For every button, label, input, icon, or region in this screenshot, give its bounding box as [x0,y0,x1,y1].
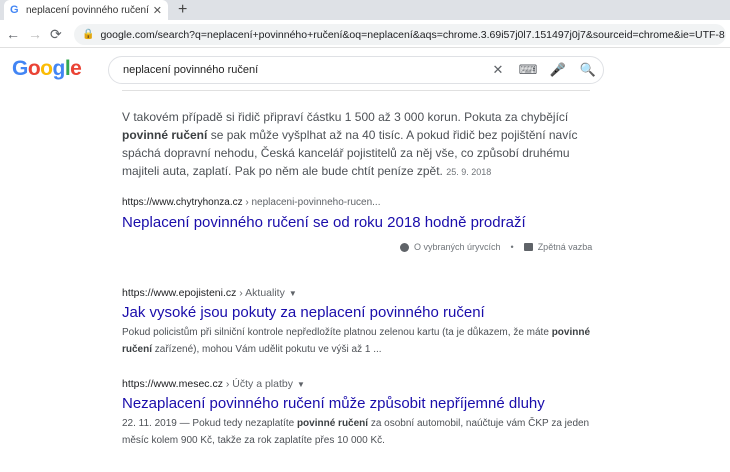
cite-domain: https://www.mesec.cz [122,378,223,390]
google-favicon-icon: G [10,4,19,16]
featured-snippet-footer: O vybraných úryvcích • Zpětná vazba [400,242,592,252]
logo-letter: g [52,57,66,80]
logo-letter: G [12,57,28,80]
featured-snippet-divider [122,90,590,91]
reload-icon[interactable]: ⟳ [50,26,62,43]
tab-title: neplacení povinného ručení - Hle [26,4,149,16]
search-input[interactable]: neplacení povinného ručení [123,64,483,76]
help-icon [400,242,409,252]
result-title-link[interactable]: Jak vysoké jsou pokuty za neplacení povi… [122,304,602,321]
featured-cite[interactable]: https://www.chytryhonza.cz › neplaceni-p… [122,197,602,208]
google-logo[interactable]: Google [12,57,82,81]
cite-path: › neplaceni-povinneho-rucen... [242,197,381,208]
result-cite[interactable]: https://www.epojisteni.cz › Aktuality ▼ [122,287,602,299]
about-snippets-link[interactable]: O vybraných úryvcích [414,242,501,252]
snippet-bold: povinné ručení [296,418,369,429]
url-text: google.com/search?q=neplacení+povinného+… [100,28,725,41]
snippet-text: 22. 11. 2019 — Pokud tedy nezaplatíte [122,418,297,429]
snippet-date: 25. 9. 2018 [446,167,492,177]
lock-icon[interactable]: 🔒 [82,29,94,40]
chevron-down-icon[interactable]: ▼ [297,380,305,389]
featured-snippet: V takovém případě si řidič připraví část… [122,108,602,231]
search-result: https://www.mesec.cz › Účty a platby ▼ Ne… [122,378,602,449]
featured-title-link[interactable]: Neplacení povinného ručení se od roku 20… [122,214,602,231]
address-bar[interactable]: 🔒 google.com/search?q=neplacení+povinnéh… [74,24,726,45]
tab-bar: G neplacení povinného ručení - Hle ✕ + [0,0,730,20]
cite-path: › Účty a platby [222,378,293,390]
result-title-link[interactable]: Nezaplacení povinného ručení může způsob… [122,395,602,412]
microphone-icon[interactable]: 🎤 [543,62,573,78]
back-icon[interactable]: ← [6,26,20,42]
navigation-bar: ← → ⟳ 🔒 google.com/search?q=neplacení+po… [0,20,730,48]
snippet-text: Pokud policistům při silniční kontrole n… [122,327,552,338]
footer-separator: • [510,242,514,252]
featured-snippet-text: V takovém případě si řidič připraví část… [122,108,602,181]
snippet-bold: povinné ručení [122,128,208,142]
cite-path: › Aktuality [236,287,285,299]
cite-domain: https://www.chytryhonza.cz [122,197,243,208]
logo-letter: e [70,57,82,80]
result-snippet: Pokud policistům při silniční kontrole n… [122,324,602,358]
keyboard-icon[interactable]: ⌨ [513,62,543,78]
logo-letter: o [27,57,41,80]
result-snippet: 22. 11. 2019 — Pokud tedy nezaplatíte po… [122,415,602,449]
search-result: https://www.epojisteni.cz › Aktuality ▼ J… [122,287,602,358]
google-header: Google neplacení povinného ručení ✕ ⌨ 🎤 … [0,48,730,92]
new-tab-icon[interactable]: + [178,1,187,19]
snippet-text: zařízené), mohou Vám udělit pokutu ve vý… [152,344,382,355]
cite-domain: https://www.epojisteni.cz [122,287,237,299]
browser-tab[interactable]: G neplacení povinného ručení - Hle ✕ [4,0,168,20]
search-box[interactable]: neplacení povinného ručení ✕ ⌨ 🎤 🔍 [108,56,604,84]
feedback-icon [523,243,533,251]
chevron-down-icon[interactable]: ▼ [289,289,297,298]
result-cite[interactable]: https://www.mesec.cz › Účty a platby ▼ [122,378,602,390]
snippet-text: V takovém případě si řidič připraví část… [122,110,569,124]
forward-icon[interactable]: → [28,26,42,42]
search-icon[interactable]: 🔍 [573,62,603,78]
logo-letter: o [40,57,53,80]
clear-icon[interactable]: ✕ [483,62,513,78]
feedback-link[interactable]: Zpětná vazba [538,242,593,252]
tab-close-icon[interactable]: ✕ [153,4,162,17]
